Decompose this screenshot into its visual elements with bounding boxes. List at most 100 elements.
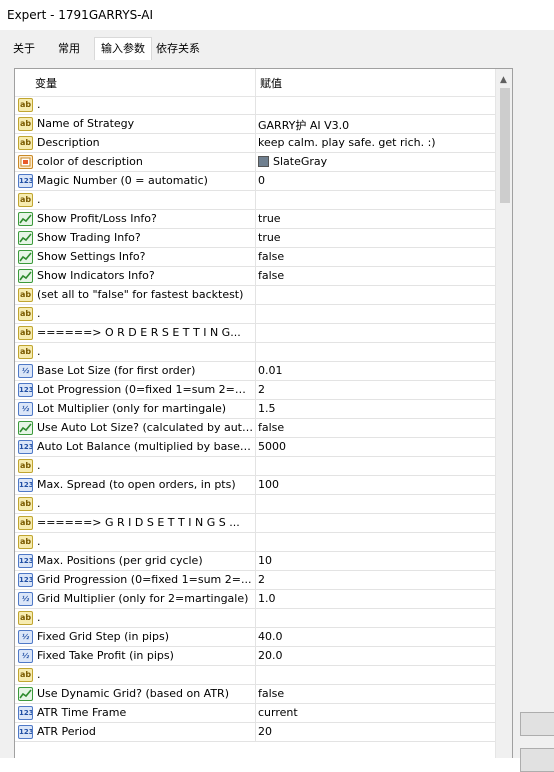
parameter-value[interactable]: 40.0 <box>258 630 493 643</box>
cell-divider <box>255 305 256 324</box>
side-button-lower[interactable] <box>520 748 554 772</box>
parameter-name: Fixed Grid Step (in pips) <box>37 630 169 643</box>
parameter-value[interactable]: 2 <box>258 573 493 586</box>
parameter-row[interactable]: ½ Grid Multiplier (only for 2=martingale)… <box>15 590 495 609</box>
parameter-value[interactable]: false <box>258 269 493 282</box>
side-button-upper[interactable] <box>520 712 554 736</box>
vertical-scrollbar[interactable]: ▲ <box>495 69 512 758</box>
parameter-value[interactable]: 0 <box>258 174 493 187</box>
cell-divider <box>255 533 256 552</box>
cell-divider <box>255 248 256 267</box>
integer-type-icon: 123 <box>18 478 33 492</box>
tab-common[interactable]: 常用 <box>52 39 86 60</box>
double-type-icon: ½ <box>18 402 33 416</box>
string-type-icon: ab <box>18 497 33 511</box>
double-type-icon: ½ <box>18 592 33 606</box>
parameter-name: . <box>37 497 41 510</box>
parameter-name: Show Indicators Info? <box>37 269 155 282</box>
column-header-value[interactable]: 赋值 <box>260 75 282 91</box>
parameter-row[interactable]: Use Auto Lot Size? (calculated by auto..… <box>15 419 495 438</box>
string-type-icon: ab <box>18 668 33 682</box>
parameter-value[interactable]: true <box>258 231 493 244</box>
parameter-value[interactable]: 1.5 <box>258 402 493 415</box>
parameter-value[interactable]: 20.0 <box>258 649 493 662</box>
parameter-value[interactable]: 10 <box>258 554 493 567</box>
tab-about[interactable]: 关于 <box>7 39 41 60</box>
parameter-value[interactable]: current <box>258 706 493 719</box>
parameter-row[interactable]: Show Profit/Loss Info? true <box>15 210 495 229</box>
parameter-row[interactable]: ½ Fixed Grid Step (in pips) 40.0 <box>15 628 495 647</box>
parameter-row[interactable]: ½ Fixed Take Profit (in pips) 20.0 <box>15 647 495 666</box>
parameter-value[interactable]: 5000 <box>258 440 493 453</box>
cell-divider <box>255 666 256 685</box>
parameter-row[interactable]: ab (set all to "false" for fastest backte… <box>15 286 495 305</box>
parameter-row[interactable]: ab. <box>15 533 495 552</box>
parameter-value[interactable]: GARRY护 AI V3.0 <box>258 117 493 133</box>
color-swatch <box>258 156 269 167</box>
parameter-row[interactable]: 123 ATR Time Frame current <box>15 704 495 723</box>
parameter-name: (set all to "false" for fastest backtest… <box>37 288 244 301</box>
parameter-row[interactable]: ab. <box>15 609 495 628</box>
parameter-value[interactable]: 20 <box>258 725 493 738</box>
parameter-row[interactable]: ab. <box>15 96 495 115</box>
tab-inputs[interactable]: 输入参数 <box>94 37 152 61</box>
cell-divider <box>255 609 256 628</box>
tab-strip: 关于 常用 输入参数 依存关系 <box>0 30 554 61</box>
parameter-value[interactable]: false <box>258 250 493 263</box>
parameter-value[interactable]: keep calm. play safe. get rich. :) <box>258 136 493 149</box>
column-header-variable[interactable]: 变量 <box>35 75 57 91</box>
parameter-row[interactable]: 123 Grid Progression (0=fixed 1=sum 2=...… <box>15 571 495 590</box>
parameter-row[interactable]: ab. <box>15 343 495 362</box>
parameter-row[interactable]: 123 Max. Positions (per grid cycle) 10 <box>15 552 495 571</box>
parameter-value[interactable]: false <box>258 687 493 700</box>
parameter-row[interactable]: ab ======> O R D E R S E T T I N G... <box>15 324 495 343</box>
tab-dependencies[interactable]: 依存关系 <box>150 39 206 60</box>
parameter-row[interactable]: ab ======> G R I D S E T T I N G S ... <box>15 514 495 533</box>
parameter-value[interactable]: 2 <box>258 383 493 396</box>
parameter-row[interactable]: ab. <box>15 457 495 476</box>
parameter-row[interactable]: 123 Auto Lot Balance (multiplied by base … <box>15 438 495 457</box>
string-type-icon: ab <box>18 117 33 131</box>
parameter-row[interactable]: ab. <box>15 666 495 685</box>
parameter-row[interactable]: 123 ATR Period 20 <box>15 723 495 742</box>
parameter-row[interactable]: ab Description keep calm. play safe. get r… <box>15 134 495 153</box>
parameter-row[interactable]: ½ Base Lot Size (for first order) 0.01 <box>15 362 495 381</box>
parameter-value[interactable]: false <box>258 421 493 434</box>
cell-divider <box>255 172 256 191</box>
parameter-name: Max. Spread (to open orders, in pts) <box>37 478 236 491</box>
parameter-value[interactable]: 100 <box>258 478 493 491</box>
parameter-row[interactable]: ab. <box>15 305 495 324</box>
parameter-row[interactable]: 123 Magic Number (0 = automatic) 0 <box>15 172 495 191</box>
parameter-row[interactable]: color of description SlateGray <box>15 153 495 172</box>
cell-divider <box>255 191 256 210</box>
parameter-value[interactable]: true <box>258 212 493 225</box>
string-type-icon: ab <box>18 288 33 302</box>
parameter-row[interactable]: ab Name of Strategy GARRY护 AI V3.0 <box>15 115 495 134</box>
parameter-row[interactable]: Show Settings Info? false <box>15 248 495 267</box>
parameter-value[interactable]: SlateGray <box>258 155 493 168</box>
parameter-row[interactable]: 123 Lot Progression (0=fixed 1=sum 2=m...… <box>15 381 495 400</box>
string-type-icon: ab <box>18 611 33 625</box>
column-divider[interactable] <box>255 69 256 96</box>
parameter-name: Use Auto Lot Size? (calculated by auto..… <box>37 421 253 434</box>
parameter-row[interactable]: Use Dynamic Grid? (based on ATR) false <box>15 685 495 704</box>
parameter-value[interactable]: 0.01 <box>258 364 493 377</box>
parameter-name: Auto Lot Balance (multiplied by base l..… <box>37 440 253 453</box>
double-type-icon: ½ <box>18 649 33 663</box>
scrollbar-thumb[interactable] <box>500 88 510 203</box>
parameter-row[interactable]: Show Indicators Info? false <box>15 267 495 286</box>
cell-divider <box>255 647 256 666</box>
parameter-row[interactable]: ab. <box>15 495 495 514</box>
integer-type-icon: 123 <box>18 440 33 454</box>
scroll-up-arrow-icon[interactable]: ▲ <box>500 75 507 85</box>
parameter-row[interactable]: 123 Max. Spread (to open orders, in pts) 1… <box>15 476 495 495</box>
parameter-row[interactable]: ½ Lot Multiplier (only for martingale) 1.5 <box>15 400 495 419</box>
cell-divider <box>255 476 256 495</box>
parameter-name: . <box>37 98 41 111</box>
cell-divider <box>255 267 256 286</box>
parameter-row[interactable]: ab. <box>15 191 495 210</box>
string-type-icon: ab <box>18 98 33 112</box>
cell-divider <box>255 362 256 381</box>
parameter-row[interactable]: Show Trading Info? true <box>15 229 495 248</box>
parameter-value[interactable]: 1.0 <box>258 592 493 605</box>
